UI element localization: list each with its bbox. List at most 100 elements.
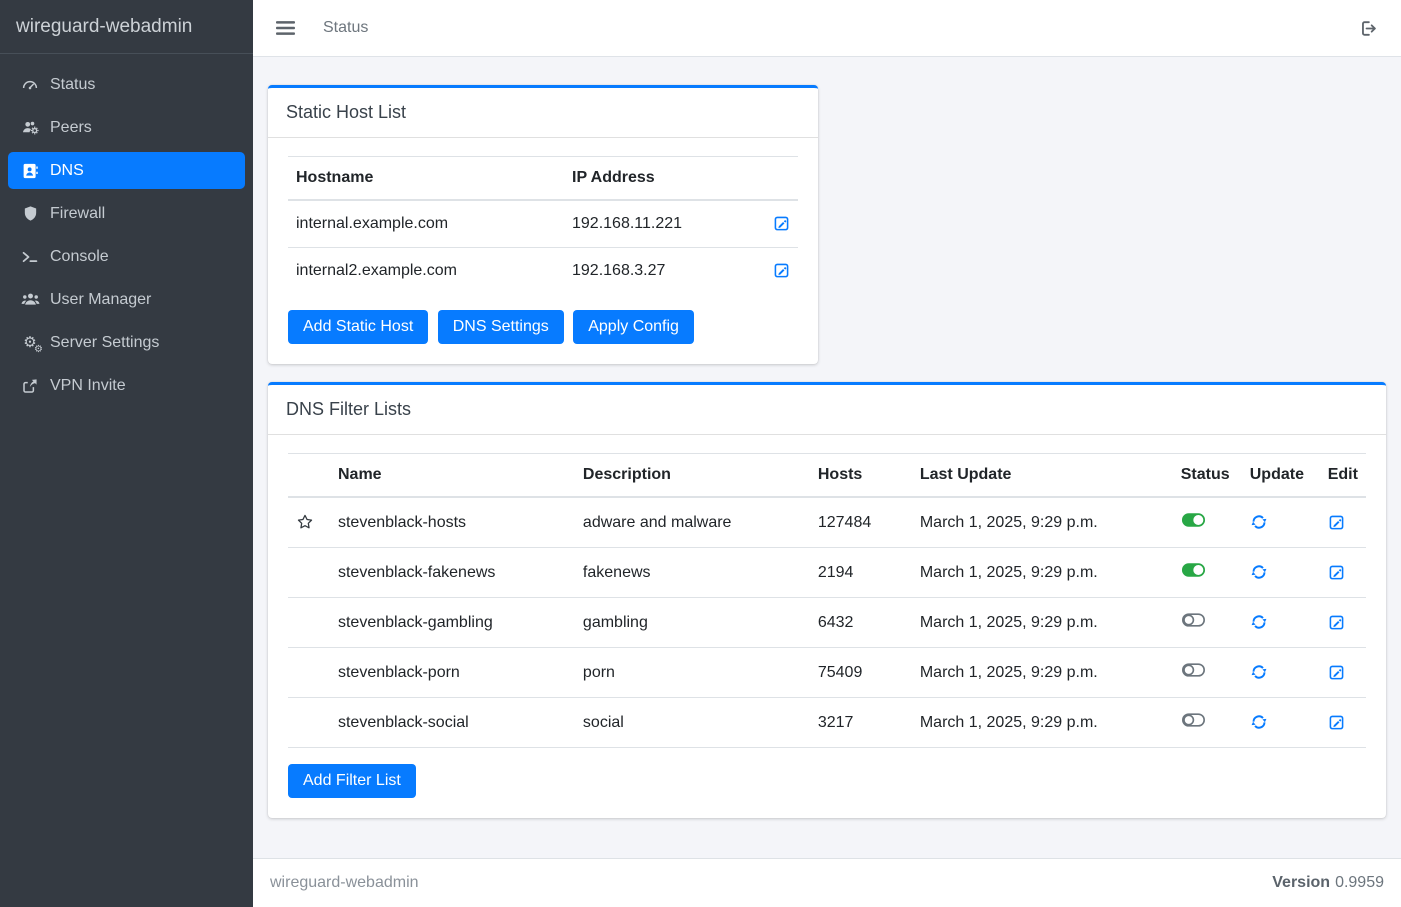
sidebar-item-label: VPN Invite [50,377,126,395]
sidebar-item-firewall[interactable]: Firewall [8,195,245,232]
dns-settings-button[interactable]: DNS Settings [438,310,564,344]
gauge-icon [20,75,40,95]
static-host-table: Hostname IP Address internal.example.com… [288,156,798,294]
filter-last-update-cell: March 1, 2025, 9:29 p.m. [912,598,1173,648]
filter-description-cell: porn [575,648,810,698]
version-label: Version [1272,874,1330,891]
table-row: internal.example.com 192.168.11.221 [288,200,798,248]
filter-hosts-cell: 6432 [810,598,912,648]
status-toggle[interactable] [1181,662,1206,678]
terminal-icon [20,247,40,267]
filter-name-cell: stevenblack-hosts [330,497,575,548]
update-filter-button[interactable] [1250,563,1268,581]
card-title: DNS Filter Lists [286,399,411,419]
edit-filter-button[interactable] [1328,714,1345,731]
add-static-host-button[interactable]: Add Static Host [288,310,428,344]
filter-description-cell: adware and malware [575,497,810,548]
main-area: Status Static Host List Hostname [253,0,1401,907]
update-filter-button[interactable] [1250,613,1268,631]
menu-toggle-icon[interactable] [276,20,295,36]
ip-cell: 192.168.11.221 [564,200,748,248]
filter-name-cell: stevenblack-social [330,698,575,748]
cogs-icon: ⚙⚙ [20,333,40,353]
card-header: Static Host List [268,88,818,138]
address-book-icon [20,161,40,181]
hostname-cell: internal.example.com [288,200,564,248]
users-icon [20,290,40,310]
filter-hosts-cell: 127484 [810,497,912,548]
sidebar-item-console[interactable]: Console [8,238,245,275]
brand-link[interactable]: wireguard-webadmin [0,0,253,54]
update-filter-button[interactable] [1250,713,1268,731]
sidebar-nav: Status Peers DNS Firewall [0,54,253,410]
column-header-ip: IP Address [564,157,748,201]
footer-brand: wireguard-webadmin [270,874,419,892]
status-toggle[interactable] [1181,512,1206,528]
column-header-update: Update [1242,454,1320,498]
card-title: Static Host List [286,102,406,122]
edit-filter-button[interactable] [1328,664,1345,681]
table-row: stevenblack-gambling gambling 6432 March… [288,598,1366,648]
sidebar-item-label: Peers [50,119,92,137]
filter-description-cell: social [575,698,810,748]
ip-cell: 192.168.3.27 [564,248,748,295]
edit-static-host-button[interactable] [773,262,790,279]
status-toggle[interactable] [1181,712,1206,728]
sidebar-item-user-manager[interactable]: User Manager [8,281,245,318]
sign-out-icon[interactable] [1359,19,1378,38]
topbar: Status [253,0,1401,57]
filter-last-update-cell: March 1, 2025, 9:29 p.m. [912,548,1173,598]
footer-version: Version 0.9959 [1272,874,1384,892]
status-toggle[interactable] [1181,612,1206,628]
column-header-edit: Edit [1320,454,1366,498]
add-filter-list-button[interactable]: Add Filter List [288,764,416,798]
table-row: stevenblack-hosts adware and malware 127… [288,497,1366,548]
status-toggle[interactable] [1181,562,1206,578]
sidebar-item-label: Server Settings [50,334,159,352]
filter-last-update-cell: March 1, 2025, 9:29 p.m. [912,698,1173,748]
sidebar: wireguard-webadmin Status Peers DNS [0,0,253,907]
column-header-star [288,454,330,498]
filter-hosts-cell: 75409 [810,648,912,698]
edit-static-host-button[interactable] [773,215,790,232]
update-filter-button[interactable] [1250,513,1268,531]
card-header: DNS Filter Lists [268,385,1386,435]
column-header-status: Status [1173,454,1242,498]
filter-last-update-cell: March 1, 2025, 9:29 p.m. [912,497,1173,548]
sidebar-item-vpn-invite[interactable]: VPN Invite [8,367,245,404]
sidebar-item-label: User Manager [50,291,151,309]
sidebar-item-status[interactable]: Status [8,66,245,103]
column-header-name: Name [330,454,575,498]
sidebar-item-label: Firewall [50,205,105,223]
sidebar-item-peers[interactable]: Peers [8,109,245,146]
users-gear-icon [20,118,40,138]
sidebar-item-server-settings[interactable]: ⚙⚙ Server Settings [8,324,245,361]
column-header-hosts: Hosts [810,454,912,498]
sidebar-item-dns[interactable]: DNS [8,152,245,189]
filter-name-cell: stevenblack-fakenews [330,548,575,598]
table-row: stevenblack-social social 3217 March 1, … [288,698,1366,748]
page-title: Status [323,19,368,37]
column-header-hostname: Hostname [288,157,564,201]
content: Static Host List Hostname IP Address [253,57,1401,858]
favorite-star-icon[interactable] [296,513,314,531]
edit-filter-button[interactable] [1328,514,1345,531]
dns-filter-table: Name Description Hosts Last Update Statu… [288,453,1366,748]
hostname-cell: internal2.example.com [288,248,564,295]
shield-icon [20,204,40,224]
apply-config-button[interactable]: Apply Config [573,310,694,344]
table-row: internal2.example.com 192.168.3.27 [288,248,798,295]
dns-filter-lists-card: DNS Filter Lists Name Description Hosts … [268,382,1386,818]
update-filter-button[interactable] [1250,663,1268,681]
edit-filter-button[interactable] [1328,614,1345,631]
filter-hosts-cell: 2194 [810,548,912,598]
filter-description-cell: gambling [575,598,810,648]
column-header-last-update: Last Update [912,454,1173,498]
version-value: 0.9959 [1335,874,1384,891]
filter-name-cell: stevenblack-gambling [330,598,575,648]
filter-hosts-cell: 3217 [810,698,912,748]
sidebar-item-label: Status [50,76,95,94]
edit-filter-button[interactable] [1328,564,1345,581]
sidebar-item-label: DNS [50,162,84,180]
sidebar-item-label: Console [50,248,109,266]
